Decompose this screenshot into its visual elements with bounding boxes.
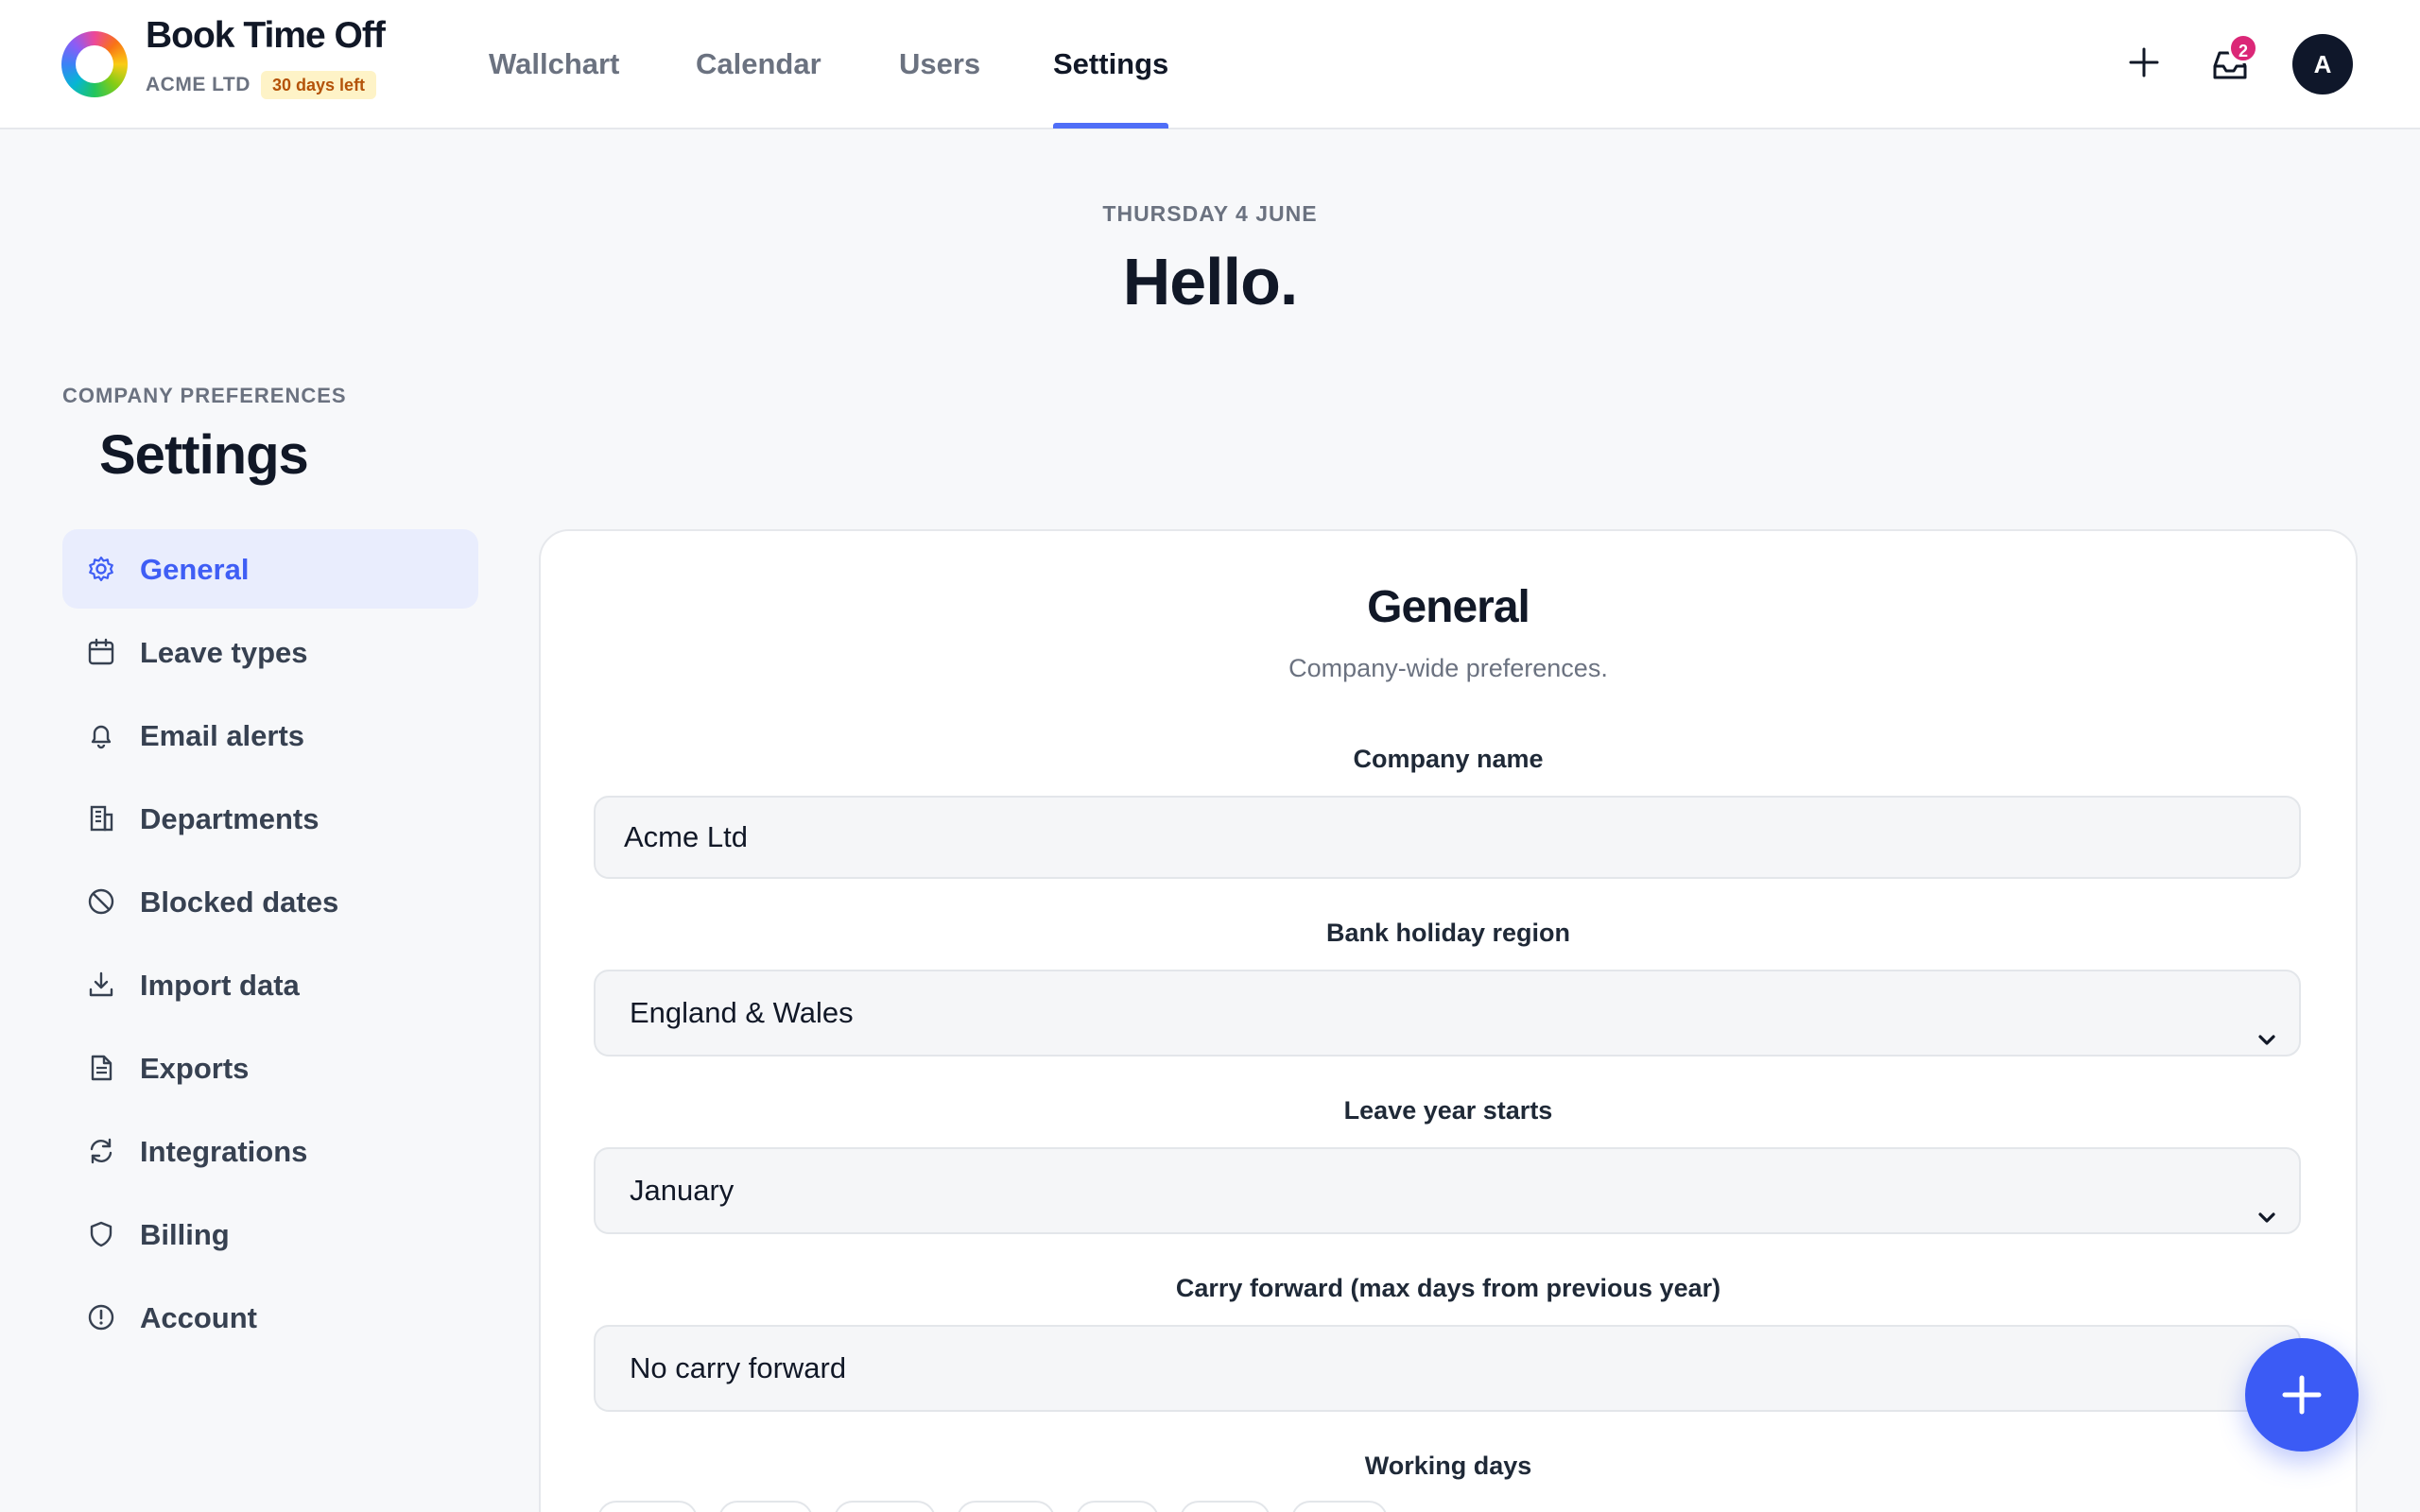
carry-forward-select[interactable]: No carry forward [594,1325,2301,1412]
shield-icon [87,1220,115,1248]
current-date: THURSDAY 4 JUNE [1102,201,1318,226]
bank-holiday-region-value: England & Wales [630,996,854,1029]
sidebar-item-label: Blocked dates [140,885,339,919]
bank-holiday-region-label: Bank holiday region [1325,919,1571,947]
chevron-down-icon [2256,1177,2278,1223]
sidebar-item-account[interactable]: Account [62,1278,478,1357]
brand-name[interactable]: Book Time Off [146,15,386,57]
working-day-chip[interactable] [1291,1501,1388,1512]
section-eyebrow: COMPANY PREFERENCES [62,384,347,407]
working-day-chip[interactable] [957,1501,1055,1512]
working-days-label: Working days [1364,1452,1532,1480]
avatar[interactable]: A [2292,34,2353,94]
building-icon [87,804,115,833]
alert-circle-icon [87,1303,115,1332]
carry-forward-value: No carry forward [630,1351,847,1384]
sidebar-item-blocked-dates[interactable]: Blocked dates [62,862,478,941]
carry-forward-label: Carry forward (max days from previous ye… [1175,1274,1721,1302]
tab-users[interactable]: Users [899,47,980,81]
block-icon [87,887,115,916]
bell-icon [87,721,115,749]
sidebar-item-label: Import data [140,969,300,1002]
working-day-chip[interactable] [1076,1501,1159,1512]
card-title: General [1367,582,1530,632]
company-name: ACME LTD [146,74,251,95]
plus-icon [2282,1375,2322,1415]
company-name-input[interactable]: Acme Ltd [594,796,2301,879]
refresh-icon [87,1137,115,1165]
working-day-chip[interactable] [718,1501,813,1512]
leave-year-starts-label: Leave year starts [1343,1096,1553,1125]
sidebar-item-label: Leave types [140,636,308,669]
sidebar-item-label: Exports [140,1052,250,1085]
sidebar-item-label: Email alerts [140,719,305,752]
floating-add-button[interactable] [2245,1338,2359,1452]
sidebar-item-label: Account [140,1301,257,1334]
sidebar-item-exports[interactable]: Exports [62,1028,478,1108]
tab-calendar[interactable]: Calendar [696,47,821,81]
tab-wallchart[interactable]: Wallchart [489,47,619,81]
bank-holiday-region-select[interactable]: England & Wales [594,970,2301,1057]
sidebar-item-billing[interactable]: Billing [62,1194,478,1274]
card-subtitle: Company-wide preferences. [1288,654,1608,682]
working-day-chip[interactable] [834,1501,936,1512]
trial-badge[interactable]: 30 days left [261,71,377,99]
working-day-chip[interactable] [1180,1501,1270,1512]
sidebar-item-email-alerts[interactable]: Email alerts [62,696,478,775]
company-name-label: Company name [1353,745,1544,773]
company-name-value: Acme Ltd [624,820,748,853]
gear-icon [87,555,115,583]
download-icon [87,971,115,999]
top-bar: Book Time Off ACME LTD 30 days left Wall… [0,0,2420,129]
tab-settings[interactable]: Settings [1053,47,1168,81]
document-icon [87,1054,115,1082]
add-icon[interactable] [2127,45,2161,79]
sidebar-item-general[interactable]: General [62,529,478,609]
working-day-chip[interactable] [597,1501,698,1512]
sidebar-item-leave-types[interactable]: Leave types [62,612,478,692]
sidebar-item-import-data[interactable]: Import data [62,945,478,1024]
chevron-down-icon [2256,1000,2278,1045]
active-tab-indicator [1053,123,1168,129]
notification-count-badge: 2 [2228,33,2258,63]
sidebar-item-label: General [140,553,250,586]
sidebar-item-integrations[interactable]: Integrations [62,1111,478,1191]
leave-year-starts-select[interactable]: January [594,1147,2301,1234]
sidebar-item-label: Integrations [140,1135,308,1168]
sidebar-item-departments[interactable]: Departments [62,779,478,858]
logo-icon[interactable] [61,31,128,97]
page-title: Settings [99,424,309,486]
leave-year-starts-value: January [630,1174,735,1207]
greeting-title: Hello. [1122,245,1299,318]
calendar-icon [87,638,115,666]
sidebar-item-label: Departments [140,802,320,835]
sidebar-item-label: Billing [140,1218,230,1251]
